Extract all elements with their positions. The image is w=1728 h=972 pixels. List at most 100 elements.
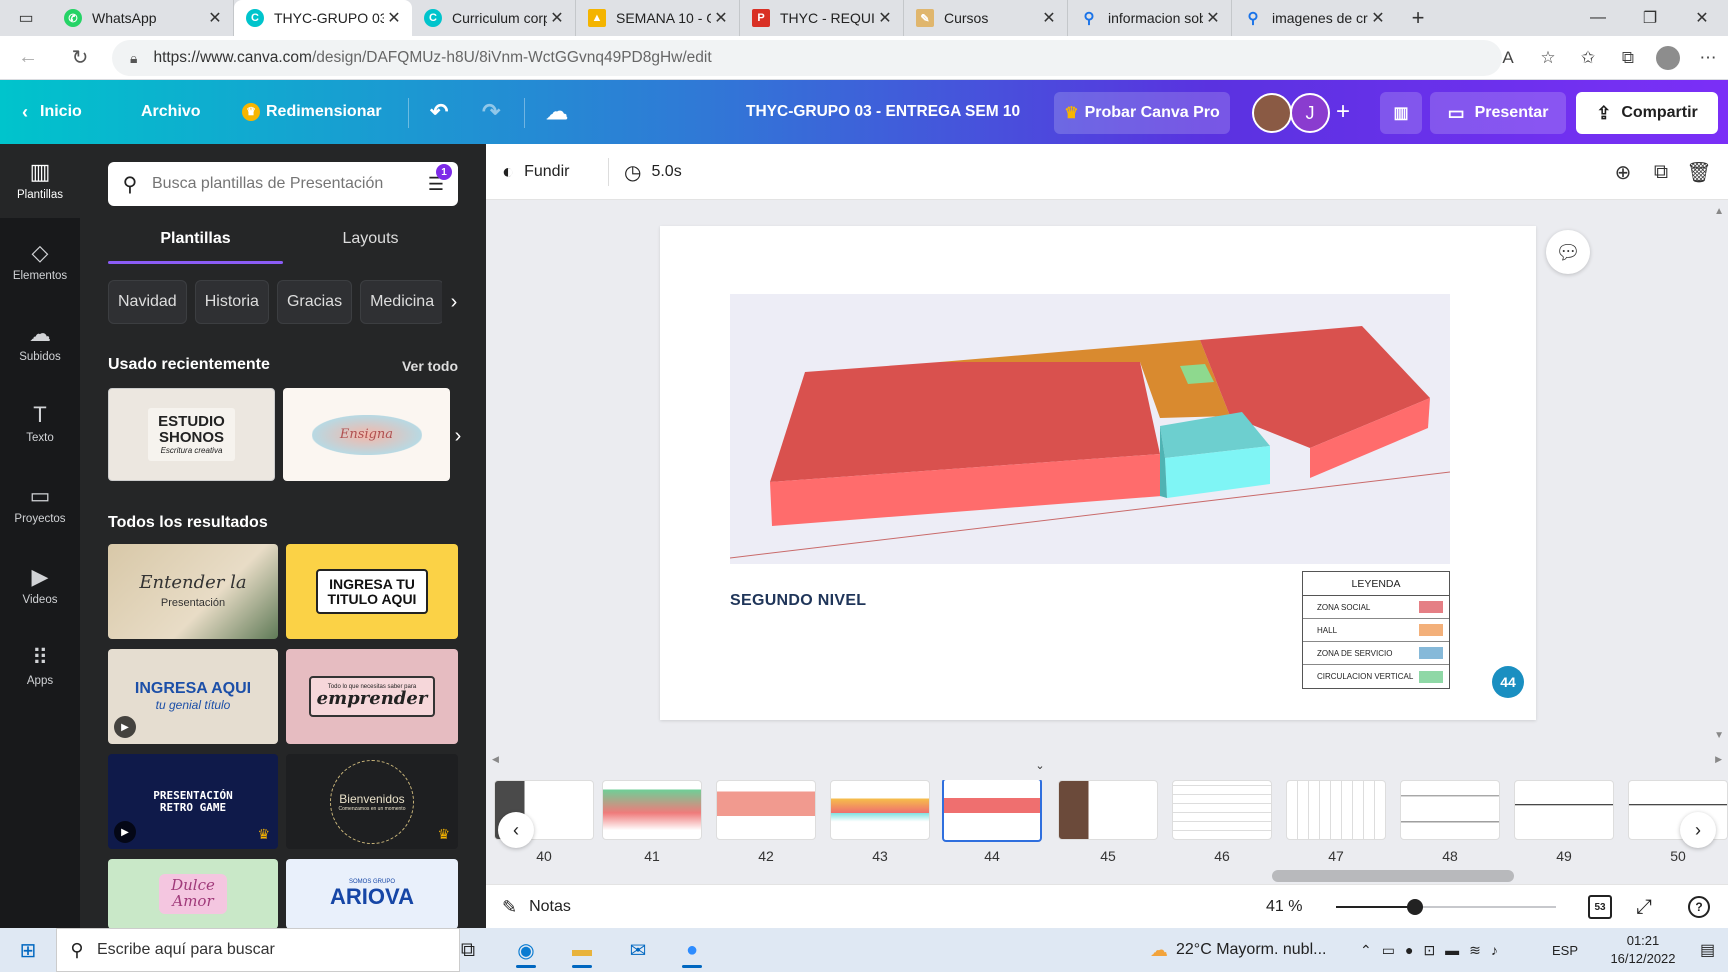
browser-tab[interactable]: ✆ WhatsApp ✕ [52,0,234,36]
volume-icon[interactable]: ♪ [1491,942,1498,958]
close-tab-icon[interactable]: ✕ [1368,8,1388,28]
page-count-button[interactable]: 53 [1588,895,1612,919]
notes-button[interactable]: ✎ Notas [502,885,571,929]
browser-tab[interactable]: C Curriculum corpo ✕ [412,0,576,36]
share-button[interactable]: ⇪ Compartir [1576,92,1718,134]
home-button[interactable]: ‹ Inicio [22,80,82,144]
template-search[interactable]: ⚲ ☰1 [108,162,458,206]
scroll-right-icon[interactable]: ▶ [1715,754,1722,765]
browser-tab[interactable]: ⚲ imagenes de crist ✕ [1232,0,1396,36]
device-icon[interactable]: ▭ [1382,942,1395,959]
collaborator-avatar-photo[interactable] [1252,93,1292,133]
page-thumb[interactable] [1058,780,1158,840]
scroll-down-icon[interactable]: ▼ [1714,730,1724,741]
browser-tab[interactable]: P THYC - REQUISITO ✕ [740,0,904,36]
sidebar-item-text[interactable]: T Texto [0,387,80,461]
page-thumb[interactable] [1172,780,1272,840]
collaborator-avatar[interactable]: J [1290,93,1330,133]
scroll-up-icon[interactable]: ▲ [1714,206,1724,217]
template-result[interactable]: INGRESA AQUI tu genial título ▶ [108,649,278,744]
chip-navidad[interactable]: Navidad [108,280,187,324]
close-tab-icon[interactable]: ✕ [384,8,404,28]
file-explorer-icon[interactable]: ▬ [562,932,602,968]
horizontal-scrollbar[interactable] [498,868,1708,884]
browser-tab-active[interactable]: C THYC-GRUPO 03 ✕ [234,0,412,36]
taskbar-search[interactable]: ⚲ Escribe aquí para buscar [56,928,460,972]
close-tab-icon[interactable]: ✕ [205,8,225,28]
recent-template[interactable]: Ensigna [283,388,450,481]
edge-icon[interactable]: ◉ [506,932,546,968]
sidebar-item-apps[interactable]: ⠿ Apps [0,630,80,704]
recent-template[interactable]: ESTUDIO SHONOS Escritura creativa [108,388,275,481]
sidebar-item-videos[interactable]: ▶ Videos [0,549,80,623]
close-tab-icon[interactable]: ✕ [875,8,895,28]
zoom-icon[interactable]: ● [672,932,712,968]
page-thumb[interactable] [1514,780,1614,840]
reload-icon[interactable]: ↻ [60,38,100,78]
chip-historia[interactable]: Historia [194,280,269,324]
mail-icon[interactable]: ✉ [618,932,658,968]
filmstrip-prev-button[interactable]: ‹ [498,812,534,848]
favorites-icon[interactable]: ✩ [1568,36,1608,80]
notifications-icon[interactable]: ▤ [1700,928,1715,972]
template-result[interactable]: INGRESA TU TITULO AQUI [286,544,458,639]
sidebar-item-projects[interactable]: ▭ Proyectos [0,468,80,542]
task-view-icon[interactable]: ⧉ [448,932,488,968]
collections-icon[interactable]: ⧉ [1608,36,1648,80]
cloud-saved-icon[interactable]: ☁ [546,80,568,144]
more-icon[interactable]: ⋯ [1688,36,1728,80]
close-tab-icon[interactable]: ✕ [547,8,567,28]
tab-templates[interactable]: Plantillas [108,220,283,264]
page-thumb[interactable] [602,780,702,840]
add-page-icon[interactable]: ⊕ [1604,160,1642,185]
windows-start-icon[interactable]: ⊞ [8,932,48,968]
network-icon[interactable]: ⊡ [1423,942,1435,959]
chevron-up-icon[interactable]: ⌃ [1360,942,1372,959]
maximize-icon[interactable]: ❐ [1624,0,1676,36]
scrollbar-thumb[interactable] [1272,870,1514,882]
sidebar-item-templates[interactable]: ▥ Plantillas [0,144,80,218]
redo-icon[interactable]: ↷ [482,80,500,144]
page-thumb[interactable] [1400,780,1500,840]
close-tab-icon[interactable]: ✕ [1203,8,1223,28]
filmstrip-next-button[interactable]: › [1680,812,1716,848]
clock[interactable]: 01:21 16/12/2022 [1588,932,1698,968]
template-result[interactable]: Entender la Presentación [108,544,278,639]
transition-button[interactable]: ◐ Fundir [502,144,569,200]
zoom-percent[interactable]: 41 % [1266,885,1302,929]
template-result[interactable]: PRESENTACIÓN RETRO GAME ▶ ♛ [108,754,278,849]
template-result[interactable]: Bienvenidos Comenzamos en un momento ♛ [286,754,458,849]
url-field[interactable]: 🔒︎ https://www.canva.com/design/DAFQMUz-… [112,40,1502,76]
browser-tab[interactable]: ✎ Cursos ✕ [904,0,1068,36]
sidebar-item-elements[interactable]: ◇ Elementos [0,225,80,299]
browser-tab[interactable]: ⚲ informacion sobre ✕ [1068,0,1232,36]
design-title[interactable]: THYC-GRUPO 03 - ENTREGA SEM 10 [746,80,1020,144]
close-tab-icon[interactable]: ✕ [711,8,731,28]
page-thumb[interactable] [830,780,930,840]
timing-button[interactable]: ◷ 5.0s [624,144,682,200]
close-tab-icon[interactable]: ✕ [1039,8,1059,28]
browser-tab[interactable]: ▲ SEMANA 10 - Goo ✕ [576,0,740,36]
page-thumb[interactable] [1286,780,1386,840]
fullscreen-icon[interactable]: ⤢ [1636,885,1652,929]
help-icon[interactable]: ? [1688,896,1710,918]
duplicate-page-icon[interactable]: ⧉ [1642,161,1680,184]
close-window-icon[interactable]: ✕ [1676,0,1728,36]
language-indicator[interactable]: ESP [1552,928,1578,972]
template-search-input[interactable] [152,175,422,193]
try-pro-button[interactable]: ♛ Probar Canva Pro [1054,92,1230,134]
battery-icon[interactable]: ▬ [1445,942,1459,958]
minimize-icon[interactable]: — [1572,0,1624,36]
undo-icon[interactable]: ↶ [430,80,448,144]
zoom-slider[interactable] [1336,899,1556,915]
template-result[interactable]: Dulce Amor [108,859,278,928]
insights-icon[interactable]: ▥ [1380,92,1422,134]
zoom-slider-knob[interactable] [1407,899,1423,915]
chevron-down-icon[interactable]: ⌄ [1016,758,1064,772]
back-icon[interactable]: ← [8,38,48,78]
tab-actions-icon[interactable]: ▭ [0,0,52,36]
add-favorite-icon[interactable]: ☆ [1528,36,1568,80]
profile-avatar[interactable] [1656,46,1680,70]
add-comment-icon[interactable]: 💬︎ [1546,230,1590,274]
scroll-left-icon[interactable]: ◀ [492,754,499,765]
